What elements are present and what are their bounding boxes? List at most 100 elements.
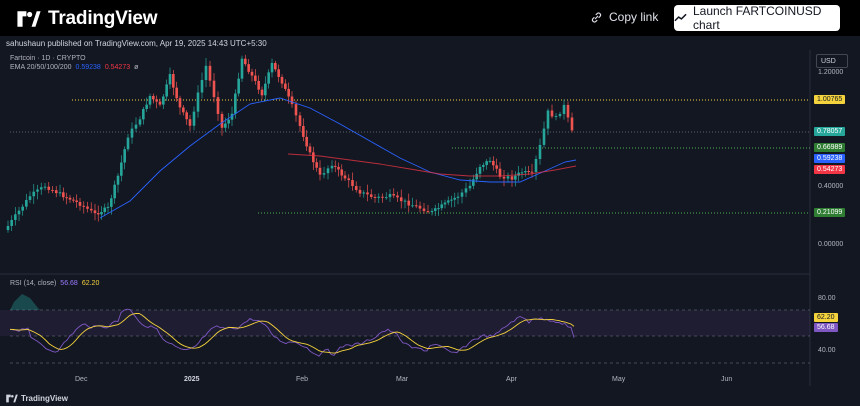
candle-body bbox=[502, 176, 506, 179]
candle-body bbox=[460, 192, 464, 197]
candle-body bbox=[134, 124, 138, 129]
candle-body bbox=[10, 219, 13, 226]
candle-body bbox=[162, 96, 165, 105]
copy-link-button[interactable]: Copy link bbox=[590, 10, 658, 24]
ema-100-value: 0.54273 bbox=[104, 64, 131, 71]
price-tick-2: 0.40000 bbox=[818, 183, 844, 190]
candle-body bbox=[21, 206, 24, 211]
candle-body bbox=[175, 87, 178, 99]
candle-body bbox=[554, 116, 558, 118]
candle-body bbox=[212, 80, 216, 98]
candle-body bbox=[32, 191, 36, 197]
launch-chart-button[interactable]: Launch FARTCOINUSD chart bbox=[674, 4, 840, 32]
time-label-may: May bbox=[612, 376, 626, 383]
candle-body bbox=[514, 175, 517, 180]
candle-body bbox=[418, 205, 422, 209]
candle-body bbox=[188, 119, 192, 126]
symbol-title: Fartcoin · 1D · CRYPTO bbox=[10, 55, 86, 62]
candle-body bbox=[433, 208, 437, 211]
candle-body bbox=[450, 199, 453, 201]
last-price-tag: 0.78057 bbox=[814, 127, 846, 136]
candle-body bbox=[43, 186, 47, 188]
publication-byline: sahushaun published on TradingView.com, … bbox=[6, 39, 267, 48]
candle-body bbox=[538, 144, 542, 159]
candle-body bbox=[274, 63, 277, 70]
chart-area[interactable]: sahushaun published on TradingView.com, … bbox=[0, 36, 860, 406]
time-label-feb: Feb bbox=[296, 376, 309, 383]
candle-body bbox=[120, 162, 123, 176]
candle-body bbox=[216, 97, 220, 114]
candle-body bbox=[267, 72, 270, 84]
candle-body bbox=[326, 168, 330, 174]
candle-body bbox=[106, 206, 110, 208]
candle-body bbox=[247, 64, 250, 72]
candle-body bbox=[68, 197, 72, 200]
candle-body bbox=[366, 192, 369, 195]
candle-body bbox=[208, 65, 212, 81]
ema-legend[interactable]: EMA 20/50/100/200 0.59238 0.54273 ø bbox=[10, 64, 138, 71]
candle-body bbox=[485, 161, 488, 166]
currency-selector[interactable]: USD bbox=[816, 54, 848, 68]
candle-body bbox=[17, 210, 21, 215]
candle-body bbox=[340, 169, 344, 176]
candle-body bbox=[426, 211, 430, 213]
candle-body bbox=[437, 208, 440, 210]
candle-body bbox=[250, 71, 254, 76]
candle-body bbox=[287, 88, 290, 97]
copy-link-label: Copy link bbox=[609, 10, 659, 24]
candle-body bbox=[472, 179, 475, 186]
candle-body bbox=[478, 166, 482, 174]
candle-body bbox=[145, 104, 148, 109]
candle-body bbox=[302, 125, 305, 137]
candle-body bbox=[488, 160, 492, 162]
candle-body bbox=[542, 128, 546, 145]
candle-body bbox=[152, 95, 155, 100]
mid-support-tag: 0.66989 bbox=[814, 143, 846, 152]
tradingview-logo[interactable]: TradingView bbox=[16, 8, 158, 30]
footer-logo[interactable]: TradingView bbox=[6, 394, 68, 403]
candle-body bbox=[89, 208, 93, 211]
candle-body bbox=[440, 204, 444, 209]
candle-body bbox=[524, 171, 527, 173]
candle-body bbox=[520, 172, 524, 174]
candle-body bbox=[192, 111, 196, 126]
brand-name: TradingView bbox=[48, 8, 158, 29]
candle-body bbox=[58, 192, 62, 194]
candle-body bbox=[399, 197, 403, 202]
candle-body bbox=[403, 200, 407, 202]
candle-body bbox=[362, 192, 366, 194]
candle-body bbox=[566, 104, 570, 118]
candle-body bbox=[65, 197, 68, 199]
candle-body bbox=[546, 110, 550, 129]
candle-body bbox=[182, 107, 185, 113]
candle-body bbox=[570, 117, 574, 131]
rsi-legend[interactable]: RSI (14, close) 56.68 62.20 bbox=[10, 280, 99, 287]
candle-body bbox=[322, 173, 326, 175]
candle-body bbox=[196, 92, 200, 112]
tradingview-logo-icon bbox=[17, 11, 41, 27]
candle-body bbox=[446, 200, 450, 203]
candle-body bbox=[381, 196, 384, 198]
candle-body bbox=[290, 96, 294, 105]
rsi-value: 56.68 bbox=[60, 280, 78, 287]
candle-body bbox=[39, 187, 43, 190]
candle-body bbox=[407, 200, 411, 206]
candle-body bbox=[411, 205, 414, 207]
candle-body bbox=[330, 165, 334, 169]
candle-body bbox=[78, 201, 82, 206]
candle-body bbox=[148, 95, 152, 105]
candle-body bbox=[126, 137, 130, 150]
candle-body bbox=[86, 206, 89, 209]
ema-extra-value: ø bbox=[134, 64, 139, 71]
candle-body bbox=[333, 165, 337, 167]
candle-body bbox=[506, 176, 510, 179]
rsi-tick-80: 80.00 bbox=[818, 295, 836, 302]
candle-body bbox=[373, 196, 377, 198]
link-icon bbox=[591, 11, 602, 23]
candle-body bbox=[158, 101, 162, 105]
candle-body bbox=[234, 93, 237, 114]
rsi-price-tag: 62.20 bbox=[814, 313, 838, 322]
chart-canvas[interactable] bbox=[0, 36, 860, 406]
candle-body bbox=[550, 110, 554, 117]
candle-body bbox=[123, 149, 126, 163]
